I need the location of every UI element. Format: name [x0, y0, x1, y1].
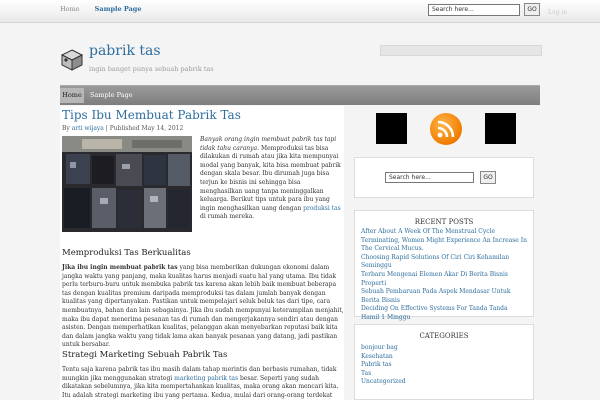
categories-list: bonjour bag Kesehatan Pabrik tas Tas Unc…	[361, 344, 527, 387]
category-5[interactable]: Uncategorized	[361, 378, 527, 387]
meta-by: By	[62, 125, 72, 132]
rss-waves-icon	[437, 120, 455, 138]
post-image	[62, 136, 192, 232]
category-3[interactable]: Pabrik tas	[361, 361, 527, 370]
post-title[interactable]: Tips Ibu Membuat Pabrik Tas	[62, 108, 241, 122]
recent-post-3[interactable]: Terbaru Mengenai Elemen Akar Di Berita B…	[361, 271, 527, 288]
header-banner	[380, 45, 542, 56]
site-description: ingin banget punya sebuah pabrik tas	[89, 65, 214, 73]
recent-post-5[interactable]: Deciding On Effective Systems For Tanda …	[361, 305, 527, 322]
logo-box-icon	[60, 49, 84, 71]
site-title[interactable]: pabrik tas	[89, 43, 161, 59]
rss-icon[interactable]	[430, 113, 462, 145]
produksi-tas-link[interactable]: produksi tas	[303, 205, 341, 212]
sidebar-ad-left[interactable]	[376, 113, 407, 144]
paragraph-2: Tentu saja karena pabrik tas ibu masih d…	[62, 366, 344, 400]
author-link[interactable]: arti wijaya	[72, 125, 104, 132]
categories-title: CATEGORIES	[419, 332, 469, 340]
login-link[interactable]: Log in	[548, 9, 567, 16]
section-heading-2: Strategi Marketing Sebuah Pabrik Tas	[62, 350, 228, 360]
recent-post-1[interactable]: After About A Week Of The Menstrual Cycl…	[361, 228, 527, 254]
recent-posts-list: After About A Week Of The Menstrual Cycl…	[361, 228, 527, 323]
top-nav: Home Sample Page	[60, 5, 154, 13]
post-content: Tips Ibu Membuat Pabrik Tas By arti wija…	[60, 106, 344, 400]
top-nav-home[interactable]: Home	[60, 5, 80, 13]
main-nav: Home Sample Page	[60, 85, 540, 105]
top-bar: Home Sample Page Search here... GO Log i…	[0, 0, 600, 23]
meta-date: | Published May 14, 2012	[103, 125, 184, 132]
intro-end: di rumah mereka.	[200, 213, 255, 221]
marketing-link[interactable]: marketing pabrik tas	[174, 375, 238, 382]
top-search-go-button[interactable]: GO	[524, 3, 540, 16]
category-2[interactable]: Kesehatan	[361, 353, 527, 362]
top-search-input[interactable]: Search here...	[428, 4, 520, 16]
post-intro: Banyak orang ingin membuat pabrik tas ta…	[200, 136, 343, 222]
paragraph-1-text: yang bisa memberikan dukungan ekonomi da…	[62, 264, 344, 349]
intro-text: Memproduksi tas bisa dilakukan di rumah …	[200, 144, 341, 212]
category-1[interactable]: bonjour bag	[361, 344, 527, 353]
sidebar-ad-right[interactable]	[485, 113, 516, 144]
recent-post-2[interactable]: Choosing Rapid Solutions Of Ciri Ciri Ke…	[361, 254, 527, 271]
sidebar: Search here... GO RECENT POSTS After Abo…	[347, 106, 540, 400]
top-nav-sample-page[interactable]: Sample Page	[95, 5, 142, 13]
paragraph-1: Jika ibu ingin membuat pabrik tas yang b…	[62, 264, 344, 350]
post-meta: By arti wijaya | Published May 14, 2012	[62, 125, 183, 132]
main-nav-home[interactable]: Home	[60, 88, 84, 103]
sidebar-search-go-button[interactable]: GO	[480, 171, 496, 184]
section-heading-1: Memproduksi Tas Berkualitas	[62, 248, 191, 258]
category-4[interactable]: Tas	[361, 370, 527, 379]
main-nav-sample-page[interactable]: Sample Page	[90, 91, 133, 99]
recent-post-4[interactable]: Sebuah Pembaruan Pada Aspek Mendasar Unt…	[361, 288, 527, 305]
recent-posts-title: RECENT POSTS	[414, 218, 474, 226]
sidebar-search-input[interactable]: Search here...	[385, 172, 474, 183]
paragraph-1-bold: Jika ibu ingin membuat pabrik tas	[62, 264, 178, 271]
